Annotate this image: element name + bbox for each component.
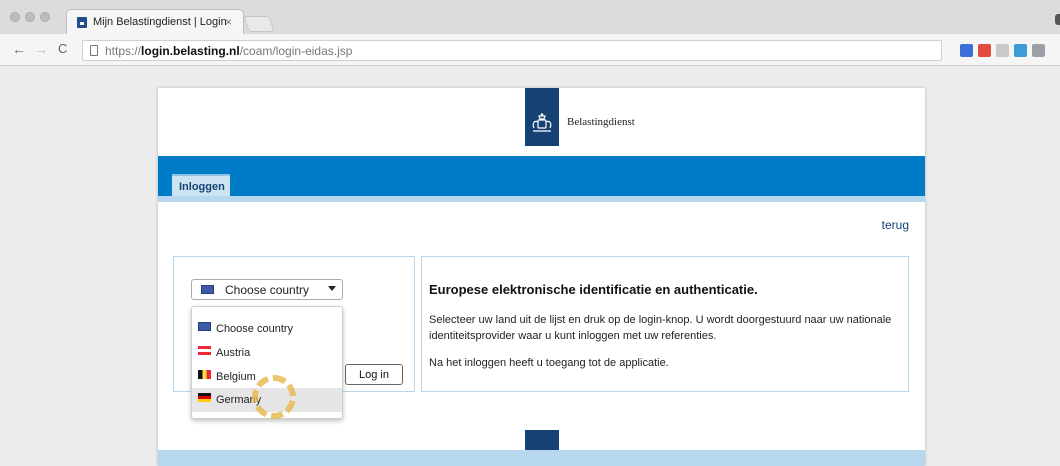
- info-title: Europese elektronische identificatie en …: [429, 282, 758, 297]
- info-text: Selecteer uw land uit de lijst en druk o…: [429, 314, 892, 342]
- eu-flag-icon: [201, 285, 214, 294]
- crest-icon: [532, 113, 552, 132]
- extension-icon-2[interactable]: [978, 44, 991, 57]
- back-icon[interactable]: ←: [12, 41, 26, 57]
- address-bar[interactable]: https://login.belasting.nl/coam/login-ei…: [82, 40, 942, 61]
- info-panel: Europese elektronische identificatie en …: [421, 256, 909, 392]
- browser-tab-strip: Mijn Belastingdienst | Login ×: [0, 0, 1060, 34]
- option-choose-country[interactable]: Choose country: [192, 317, 342, 341]
- country-select[interactable]: Choose country: [191, 279, 343, 300]
- new-tab-button[interactable]: [243, 16, 275, 32]
- extension-icon-4[interactable]: [1014, 44, 1027, 57]
- brand-name: Belastingdienst: [567, 116, 635, 128]
- footer-logo-block: [525, 430, 559, 452]
- extension-icon-5[interactable]: [1032, 44, 1045, 57]
- login-page: Belastingdienst Inloggen terug Europese …: [158, 88, 925, 466]
- window-close-button[interactable]: [10, 12, 20, 22]
- info-text-access: Na het inloggen heeft u toegang tot de a…: [429, 357, 669, 369]
- logo-block: [525, 88, 559, 146]
- favicon-icon: [77, 17, 87, 28]
- profile-icon[interactable]: [1055, 14, 1060, 25]
- option-austria[interactable]: Austria: [192, 341, 342, 365]
- extension-icon-3[interactable]: [996, 44, 1009, 57]
- forward-icon[interactable]: →: [34, 41, 48, 57]
- tab-title: Mijn Belastingdienst | Login: [93, 16, 227, 28]
- back-link[interactable]: terug: [882, 218, 909, 232]
- browser-toolbar: ← → C https://login.belasting.nl/coam/lo…: [0, 34, 1060, 66]
- browser-tab[interactable]: Mijn Belastingdienst | Login ×: [66, 9, 244, 34]
- nav-divider: [158, 196, 925, 202]
- austria-flag-icon: [198, 346, 211, 355]
- eu-flag-icon: [198, 322, 211, 331]
- nav-bar: [158, 156, 925, 196]
- window-zoom-button[interactable]: [40, 12, 50, 22]
- chevron-down-icon: [328, 286, 336, 291]
- tab-inloggen[interactable]: Inloggen: [172, 174, 230, 198]
- window-minimize-button[interactable]: [25, 12, 35, 22]
- reload-icon[interactable]: C: [58, 41, 67, 57]
- tab-close-icon[interactable]: ×: [225, 15, 232, 29]
- click-indicator-icon: [252, 375, 296, 419]
- country-select-value: Choose country: [225, 283, 310, 297]
- extension-icon-1[interactable]: [960, 44, 973, 57]
- footer-bar: [158, 450, 925, 466]
- page-info-icon[interactable]: [90, 45, 98, 56]
- url-text: https://login.belasting.nl/coam/login-ei…: [105, 44, 353, 58]
- login-button[interactable]: Log in: [345, 364, 403, 385]
- germany-flag-icon: [198, 393, 211, 402]
- belgium-flag-icon: [198, 370, 211, 379]
